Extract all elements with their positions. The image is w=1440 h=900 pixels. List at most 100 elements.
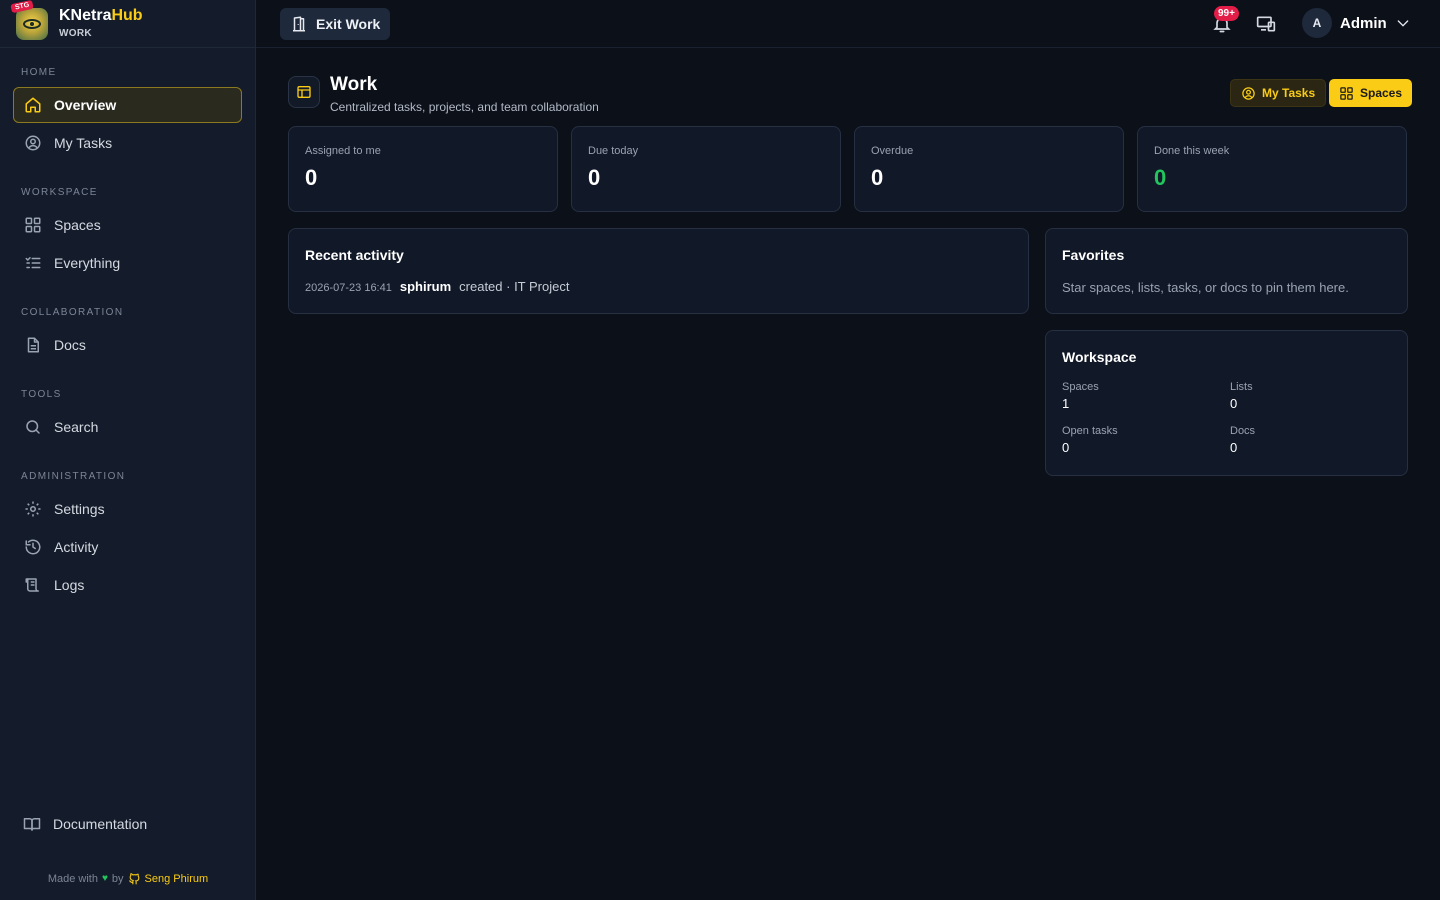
workspace-stat-value: 0 [1230,440,1238,455]
documentation-link[interactable]: Documentation [13,806,243,842]
workspace-stat-label: Open tasks [1062,425,1118,437]
credit-made-with: Made with [47,872,98,885]
user-name: Admin [1340,14,1387,32]
sidebar-item-label: Docs [54,337,86,353]
workspace-lists: Lists 0 [1230,381,1253,411]
spaces-button[interactable]: Spaces [1329,79,1413,107]
credit: Made with ♥ by Seng Phirum [0,872,256,885]
sidebar-item-label: Search [54,419,99,435]
stat-assigned: Assigned to me 0 [288,126,558,212]
sidebar-item-overview[interactable]: Overview [13,87,242,123]
sidebar-item-docs[interactable]: Docs [13,327,242,363]
card-title: Workspace [1062,349,1137,365]
activity-item[interactable]: 2026-07-23 16:41 sphirum created · IT Pr… [305,279,569,294]
heart-icon: ♥ [101,873,108,884]
stat-done-week: Done this week 0 [1137,126,1407,212]
my-tasks-label: My Tasks [1262,86,1316,100]
list-check-icon [24,254,42,272]
logo [16,7,48,40]
user-menu[interactable]: A Admin [1302,8,1411,38]
stat-value: 0 [1154,165,1167,190]
grid-icon [1340,86,1353,100]
exit-work-label: Exit Work [316,16,381,32]
brand-subtitle: WORK [59,28,92,39]
sidebar-item-search[interactable]: Search [13,409,242,445]
my-tasks-button[interactable]: My Tasks [1230,79,1327,107]
sidebar-item-everything[interactable]: Everything [13,245,242,281]
workspace-spaces: Spaces 1 [1062,381,1099,411]
grid-icon [24,216,42,234]
favorites-empty-text: Star spaces, lists, tasks, or docs to pi… [1062,280,1349,295]
sidebar-item-logs[interactable]: Logs [13,567,242,603]
favorites-card: Favorites Star spaces, lists, tasks, or … [1045,228,1408,314]
spaces-label: Spaces [1360,86,1403,100]
door-exit-icon [293,16,305,32]
stat-label: Assigned to me [305,145,381,157]
recent-activity-card: Recent activity 2026-07-23 16:41 sphirum… [288,228,1029,314]
gear-icon [24,500,42,518]
sidebar-item-label: Spaces [54,217,101,233]
card-title: Favorites [1062,247,1125,263]
section-title-home: HOME [21,67,57,78]
author-name: Seng Phirum [144,872,209,885]
stat-label: Done this week [1154,145,1230,157]
exit-work-button[interactable]: Exit Work [280,8,391,40]
layout-icon [288,76,320,108]
workspace-stat-label: Lists [1230,381,1253,393]
devices-icon [1256,16,1276,32]
sidebar-item-activity[interactable]: Activity [13,529,242,565]
sidebar-item-settings[interactable]: Settings [13,491,242,527]
topbar: Exit Work 99+ A Admin [256,0,1440,48]
workspace-stat-label: Docs [1230,425,1256,437]
section-title-collaboration: COLLABORATION [21,307,124,318]
stat-overdue: Overdue 0 [854,126,1124,212]
page-title: Work [330,74,378,95]
workspace-card: Workspace Spaces 1 Lists 0 Open tasks 0 … [1045,330,1408,476]
sidebar-item-my-tasks[interactable]: My Tasks [13,125,242,161]
workspace-stat-value: 1 [1062,396,1070,411]
sidebar-item-label: My Tasks [54,135,113,151]
stat-label: Due today [588,145,639,157]
home-icon [24,96,42,114]
chevron-down-icon [1397,20,1409,27]
brand-name: KNetraHub [59,7,143,24]
section-title-workspace: WORKSPACE [21,187,98,198]
page-subtitle: Centralized tasks, projects, and team co… [330,100,599,114]
document-icon [24,336,42,354]
credit-by: by [111,872,124,885]
activity-user: sphirum [399,279,452,294]
stat-label: Overdue [871,145,914,157]
sidebar-item-spaces[interactable]: Spaces [13,207,242,243]
history-icon [24,538,42,556]
nav: HOME Overview My Tasks WORKSPACE Spaces … [0,67,255,603]
stat-value: 0 [305,165,318,190]
card-title: Recent activity [305,247,404,263]
avatar: A [1302,8,1332,38]
sidebar-item-label: Logs [54,577,85,593]
documentation-label: Documentation [53,816,148,832]
workspace-docs: Docs 0 [1230,425,1255,455]
sidebar-item-label: Settings [54,501,105,517]
sidebar-item-label: Activity [54,539,99,555]
brand[interactable]: STG KNetraHub WORK [0,0,255,48]
stat-value: 0 [871,165,884,190]
user-circle-icon [24,134,42,152]
devices-button[interactable] [1256,14,1276,34]
search-icon [24,418,42,436]
workspace-open-tasks: Open tasks 0 [1062,425,1118,455]
stat-due-today: Due today 0 [571,126,841,212]
author-link[interactable]: Seng Phirum [128,872,209,885]
activity-time: 2026-07-23 16:41 [305,282,392,294]
user-circle-icon [1242,86,1255,100]
stat-value: 0 [588,165,601,190]
activity-description: created · IT Project [459,279,570,294]
scroll-icon [24,576,42,594]
book-icon [23,815,41,833]
notifications-badge: 99+ [1214,6,1239,21]
sidebar-item-label: Overview [54,97,117,113]
workspace-stat-value: 0 [1062,440,1070,455]
github-icon [128,873,139,885]
workspace-stat-value: 0 [1230,396,1238,411]
section-title-administration: ADMINISTRATION [21,471,126,482]
page-header: Work Centralized tasks, projects, and te… [288,74,1413,116]
